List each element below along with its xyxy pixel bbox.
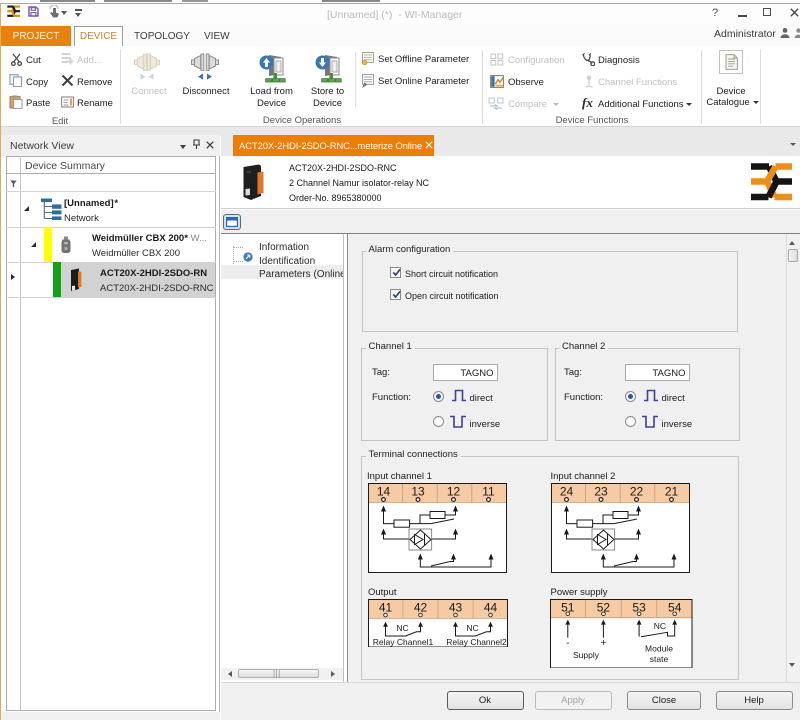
svg-text:14: 14 — [377, 485, 391, 499]
svg-text:43: 43 — [448, 600, 462, 614]
svg-text:42: 42 — [413, 600, 427, 614]
svg-text:NC: NC — [466, 623, 478, 633]
svg-text:Supply: Supply — [573, 650, 600, 660]
svg-text:12: 12 — [447, 485, 461, 499]
svg-text:state: state — [650, 654, 669, 664]
svg-text:41: 41 — [378, 600, 392, 614]
svg-text:-: - — [566, 638, 569, 649]
svg-text:NC: NC — [396, 623, 408, 633]
svg-text:11: 11 — [482, 485, 495, 499]
svg-text:24: 24 — [559, 485, 573, 499]
svg-text:22: 22 — [629, 485, 643, 499]
svg-text:Relay Channel2: Relay Channel2 — [446, 637, 507, 647]
svg-text:+: + — [600, 638, 606, 649]
svg-text:13: 13 — [411, 485, 425, 499]
svg-text:Module: Module — [645, 643, 673, 653]
svg-text:21: 21 — [664, 485, 678, 499]
svg-text:Relay Channel1: Relay Channel1 — [372, 637, 433, 647]
svg-text:44: 44 — [483, 600, 497, 614]
svg-text:NC: NC — [654, 621, 666, 631]
svg-text:23: 23 — [594, 485, 608, 499]
